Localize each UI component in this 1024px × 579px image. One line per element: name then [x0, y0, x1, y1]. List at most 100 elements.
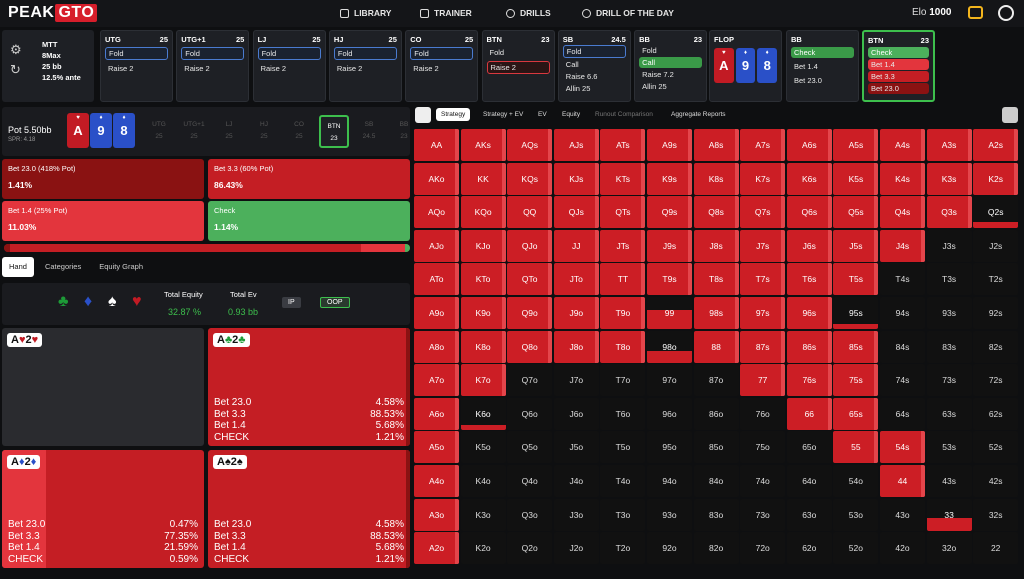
- range-cell[interactable]: 98s: [693, 297, 739, 329]
- range-cell[interactable]: A7s: [740, 129, 786, 161]
- range-cell[interactable]: T7s: [740, 263, 786, 296]
- range-cell[interactable]: 86o: [693, 397, 739, 430]
- range-cell[interactable]: 87s: [740, 330, 786, 363]
- range-cell[interactable]: 83o: [693, 498, 739, 531]
- range-cell[interactable]: A3o: [414, 498, 459, 531]
- tab-hand[interactable]: Hand: [2, 257, 34, 277]
- gtab-equity[interactable]: Equity: [557, 108, 585, 121]
- position-action[interactable]: Raise 2: [334, 63, 397, 74]
- range-cell[interactable]: KQs: [507, 162, 553, 195]
- position-action[interactable]: Allin 25: [563, 83, 626, 94]
- gtab-runout[interactable]: Runout Comparison: [590, 108, 658, 121]
- range-cell[interactable]: 87o: [693, 364, 739, 397]
- range-cell[interactable]: K3s: [926, 162, 972, 195]
- range-cell[interactable]: K3o: [460, 498, 506, 531]
- range-cell[interactable]: 32s: [973, 498, 1019, 531]
- position-action[interactable]: Fold: [257, 47, 321, 60]
- range-cell[interactable]: ATo: [414, 263, 459, 296]
- position-box-btn[interactable]: BTN 23 Fold Raise 2: [481, 30, 555, 102]
- btn-bet-1-4-action[interactable]: Bet 1.4: [868, 59, 929, 70]
- range-cell[interactable]: J4o: [553, 465, 599, 497]
- nav-drill-of-day[interactable]: DRILL OF THE DAY: [582, 8, 674, 18]
- seat-utg+1[interactable]: UTG+1 25: [179, 115, 209, 148]
- range-cell[interactable]: 74o: [740, 465, 786, 497]
- range-cell[interactable]: 64s: [880, 397, 925, 430]
- range-cell[interactable]: J3s: [926, 229, 972, 262]
- range-cell[interactable]: 63s: [926, 397, 972, 430]
- range-cell[interactable]: T5o: [600, 431, 646, 464]
- position-action[interactable]: Raise 6.6: [563, 71, 626, 82]
- range-cell[interactable]: Q9s: [647, 196, 692, 229]
- range-cell[interactable]: K4s: [880, 162, 925, 195]
- range-cell[interactable]: K6o: [460, 397, 506, 430]
- range-cell[interactable]: Q8s: [693, 196, 739, 229]
- range-cell[interactable]: Q7s: [740, 196, 786, 229]
- seat-co[interactable]: CO 25: [284, 115, 314, 148]
- position-action[interactable]: Fold: [410, 47, 474, 60]
- range-cell[interactable]: AKs: [460, 129, 506, 161]
- range-cell[interactable]: K8s: [693, 162, 739, 195]
- range-cell[interactable]: J3o: [553, 498, 599, 531]
- range-cell[interactable]: KJo: [460, 229, 506, 262]
- range-cell[interactable]: KTs: [600, 162, 646, 195]
- tab-equity-graph[interactable]: Equity Graph: [92, 257, 150, 277]
- range-cell[interactable]: 32o: [926, 532, 972, 565]
- bb-bet-small-action[interactable]: Bet 1.4: [791, 61, 854, 72]
- position-action[interactable]: Raise 2: [258, 63, 321, 74]
- position-box-bb[interactable]: BB 23 Fold Call Raise 7.2 Allin 25: [634, 30, 708, 102]
- range-cell[interactable]: 74s: [880, 364, 925, 397]
- range-cell[interactable]: Q3s: [926, 196, 972, 229]
- range-cell[interactable]: A2o: [414, 532, 459, 565]
- range-cell[interactable]: 53s: [926, 431, 972, 464]
- chat-icon[interactable]: [968, 6, 983, 19]
- range-cell[interactable]: 97s: [740, 297, 786, 329]
- combo-card[interactable]: A♠2♠ Bet 23.0 4.58% Bet 3.3 88.53% Bet 1.4 5.6…: [208, 450, 410, 568]
- range-cell[interactable]: 22: [973, 532, 1019, 565]
- combo-card[interactable]: A♦2♦ Bet 23.0 0.47% Bet 3.3 77.35% Bet 1.4 21.…: [2, 450, 204, 568]
- position-action[interactable]: Allin 25: [639, 81, 702, 92]
- range-cell[interactable]: A2s: [973, 129, 1019, 161]
- position-action[interactable]: Fold: [639, 45, 702, 56]
- bb-action-box[interactable]: BB Check Bet 1.4 Bet 23.0: [786, 30, 859, 102]
- range-cell[interactable]: 65s: [833, 397, 879, 430]
- spade-suit-icon[interactable]: ♠: [108, 293, 117, 311]
- range-cell[interactable]: 62s: [973, 397, 1019, 430]
- position-action[interactable]: Fold: [487, 47, 550, 58]
- seat-sb[interactable]: SB 24.5: [354, 115, 384, 148]
- position-box-utg+1[interactable]: UTG+1 25 Fold Raise 2: [176, 30, 250, 102]
- range-cell[interactable]: KJs: [553, 162, 599, 195]
- btn-bet-23-action[interactable]: Bet 23.0: [868, 83, 929, 94]
- combo-card[interactable]: A♥2♥: [2, 328, 204, 446]
- range-cell[interactable]: T8s: [693, 263, 739, 296]
- range-cell[interactable]: 95s: [833, 297, 879, 329]
- range-cell[interactable]: 96s: [786, 297, 832, 329]
- gear-icon[interactable]: ⚙: [10, 40, 22, 60]
- range-cell[interactable]: Q6s: [786, 196, 832, 229]
- nav-trainer[interactable]: TRAINER: [420, 8, 472, 18]
- range-cell[interactable]: K6s: [786, 162, 832, 195]
- position-action[interactable]: Fold: [333, 47, 397, 60]
- range-cell[interactable]: 72o: [740, 532, 786, 565]
- range-cell[interactable]: K2o: [460, 532, 506, 565]
- range-cell[interactable]: AJo: [414, 229, 459, 262]
- range-cell[interactable]: K4o: [460, 465, 506, 497]
- range-cell[interactable]: 54o: [833, 465, 879, 497]
- range-cell[interactable]: K7s: [740, 162, 786, 195]
- nav-library[interactable]: LIBRARY: [340, 8, 391, 18]
- range-cell[interactable]: A4s: [880, 129, 925, 161]
- range-cell[interactable]: 52s: [973, 431, 1019, 464]
- seat-utg[interactable]: UTG 25: [144, 115, 174, 148]
- range-cell[interactable]: 76s: [786, 364, 832, 397]
- range-cell[interactable]: 88: [693, 330, 739, 363]
- range-cell[interactable]: 84o: [693, 465, 739, 497]
- layout-icon[interactable]: [415, 107, 431, 123]
- range-cell[interactable]: Q5s: [833, 196, 879, 229]
- range-cell[interactable]: T9o: [600, 297, 646, 329]
- range-cell[interactable]: AKo: [414, 162, 459, 195]
- range-cell[interactable]: A8o: [414, 330, 459, 363]
- range-cell[interactable]: KQo: [460, 196, 506, 229]
- range-cell[interactable]: T9s: [647, 263, 692, 296]
- range-cell[interactable]: Q5o: [507, 431, 553, 464]
- range-cell[interactable]: 84s: [880, 330, 925, 363]
- position-action[interactable]: Fold: [105, 47, 168, 60]
